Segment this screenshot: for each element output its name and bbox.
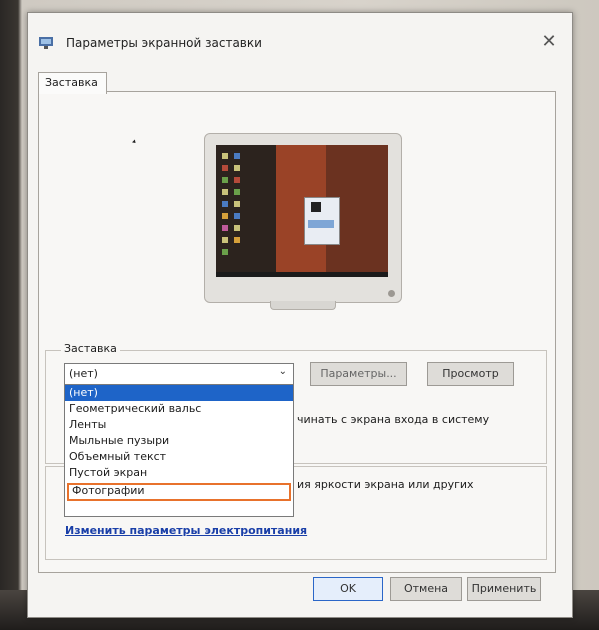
change-power-settings-link[interactable]: Изменить параметры электропитания	[65, 524, 307, 537]
ok-button[interactable]: OK	[313, 577, 383, 601]
preview-screen	[216, 145, 388, 277]
dropdown-option[interactable]: Объемный текст	[65, 449, 293, 465]
monitor-preview	[204, 133, 402, 303]
monitor-power-icon	[388, 290, 395, 297]
apply-button[interactable]: Применить	[467, 577, 541, 601]
login-checkbox-label[interactable]: чинать с экрана входа в систему	[297, 413, 489, 426]
title-bar: Параметры экранной заставки ✕	[28, 13, 572, 59]
dropdown-option[interactable]: Геометрический вальс	[65, 401, 293, 417]
dropdown-option-highlighted[interactable]: Фотографии	[67, 483, 291, 501]
dropdown-option[interactable]: Ленты	[65, 417, 293, 433]
preview-mini-window	[304, 197, 340, 245]
chevron-down-icon: ⌄	[278, 366, 287, 377]
dropdown-option[interactable]: (нет)	[65, 385, 293, 401]
power-description: ия яркости экрана или других	[297, 478, 474, 491]
mouse-cursor-icon	[132, 139, 137, 145]
screensaver-select-value: (нет)	[69, 367, 98, 380]
close-icon[interactable]: ✕	[538, 31, 560, 53]
window-title: Параметры экранной заставки	[66, 36, 262, 50]
preview-button[interactable]: Просмотр	[427, 362, 514, 386]
tab-panel: Заставка (нет) ⌄ Параметры... Просмотр ч…	[38, 91, 556, 573]
parameters-button[interactable]: Параметры...	[310, 362, 407, 386]
cancel-button[interactable]: Отмена	[390, 577, 462, 601]
screensaver-select[interactable]: (нет) ⌄	[64, 363, 294, 385]
screensaver-settings-dialog: Параметры экранной заставки ✕ Заставка З…	[27, 12, 573, 618]
screensaver-dropdown-list: (нет) Геометрический вальс Ленты Мыльные…	[64, 384, 294, 517]
dropdown-option[interactable]: Мыльные пузыри	[65, 433, 293, 449]
screensaver-settings-icon	[39, 37, 53, 49]
screensaver-group-label: Заставка	[61, 342, 120, 355]
dropdown-option[interactable]: Пустой экран	[65, 465, 293, 481]
monitor-stand	[270, 301, 336, 310]
tab-screensaver[interactable]: Заставка	[38, 72, 107, 94]
